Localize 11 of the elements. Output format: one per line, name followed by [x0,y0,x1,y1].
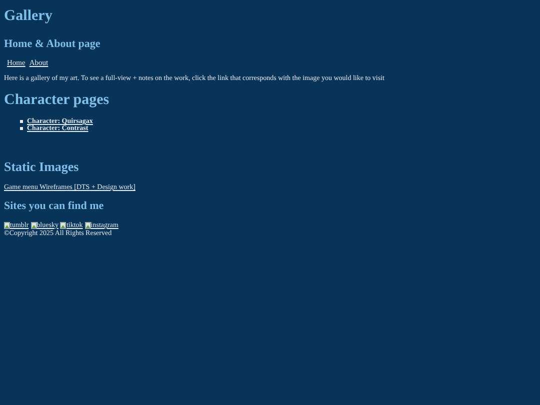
broken-image-icon [60,222,66,229]
broken-image-icon [30,222,37,229]
broken-image-icon [4,222,10,229]
section-heading: Sites you can find me [4,200,104,212]
broken-image-icon [84,222,91,229]
section-heading: Static Images [4,160,79,174]
page-title: Gallery [4,8,52,24]
bullet-icon [20,127,23,130]
section-heading: Home & About page [4,38,100,50]
bullet-icon [20,120,23,123]
section-heading: Character pages [4,92,110,108]
